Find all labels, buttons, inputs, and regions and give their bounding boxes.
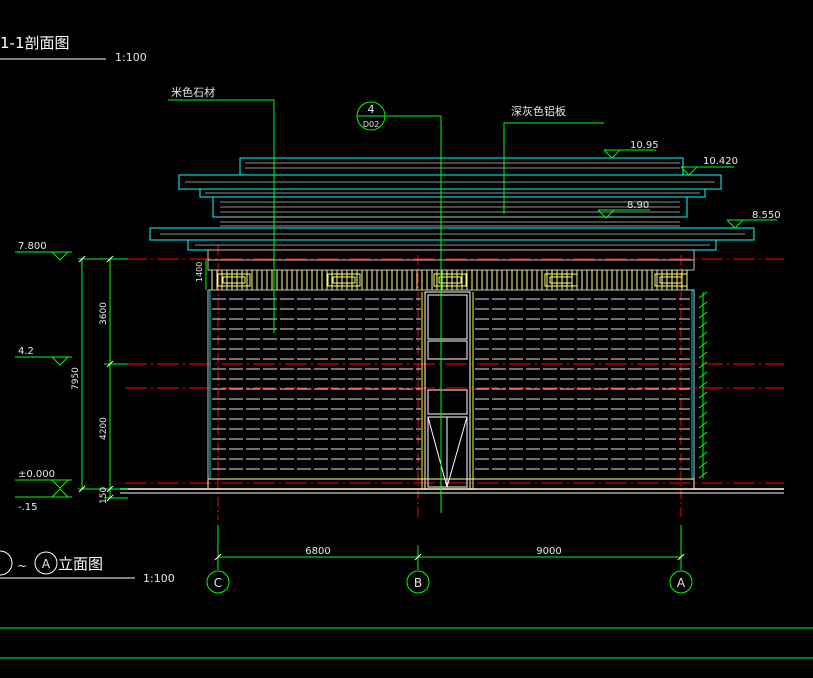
detail-sheet: D02	[363, 120, 379, 129]
elevation-label: 8.90	[627, 200, 649, 211]
axis-bubble-partial	[0, 550, 13, 576]
elevation-markers-left	[15, 251, 72, 498]
dim-fascia: 1400	[195, 262, 204, 282]
grid-bubbles	[206, 570, 693, 594]
elevation-label: 7.800	[18, 241, 47, 252]
dim-h-left: 6800	[305, 546, 330, 557]
elevation-label: ±0.000	[18, 469, 55, 480]
elevation-label: -.15	[18, 502, 38, 513]
dim-upper: 3600	[99, 302, 109, 325]
elevation-label: 10.95	[630, 140, 659, 151]
dim-total: 7950	[71, 367, 81, 390]
elevation-label: 10.420	[703, 156, 738, 167]
detail-number: 4	[368, 103, 375, 116]
section-scale: 1:100	[115, 51, 147, 64]
grid-axis-label: C	[214, 576, 222, 590]
fascia-stripes	[211, 270, 688, 290]
grid-axis-label: A	[677, 576, 686, 590]
entrance-door	[424, 291, 471, 490]
elevation-scale: 1:100	[143, 572, 175, 585]
wall-outline	[207, 289, 695, 480]
title-separator: ~	[17, 559, 27, 573]
elevation-label: 4.2	[18, 346, 34, 357]
dimension-ticks	[78, 255, 114, 502]
wall-panels	[212, 298, 690, 470]
stone-callout: 米色石材	[171, 85, 215, 99]
dim-lower: 4200	[99, 417, 109, 440]
dim-h-right: 9000	[536, 546, 561, 557]
fascia-mid	[207, 259, 695, 271]
aluminum-callout: 深灰色铝板	[511, 104, 566, 118]
cad-drawing: 1-1剖面图 1:100 ~ A 立面图 1:100 米色石材 深灰色铝板 4 …	[0, 34, 813, 659]
roof-cornice	[149, 157, 755, 251]
axis-bubble-label: A	[42, 557, 51, 571]
section-title: 1-1剖面图	[0, 34, 70, 52]
elevation-label: 8.550	[752, 210, 781, 221]
callout-leaders	[168, 99, 604, 513]
dim-base: 150	[99, 487, 109, 504]
wall-edges	[209, 290, 693, 479]
elevation-title: 立面图	[58, 555, 103, 573]
horizontal-dimension	[217, 525, 682, 570]
grid-axis-label: B	[414, 576, 422, 590]
